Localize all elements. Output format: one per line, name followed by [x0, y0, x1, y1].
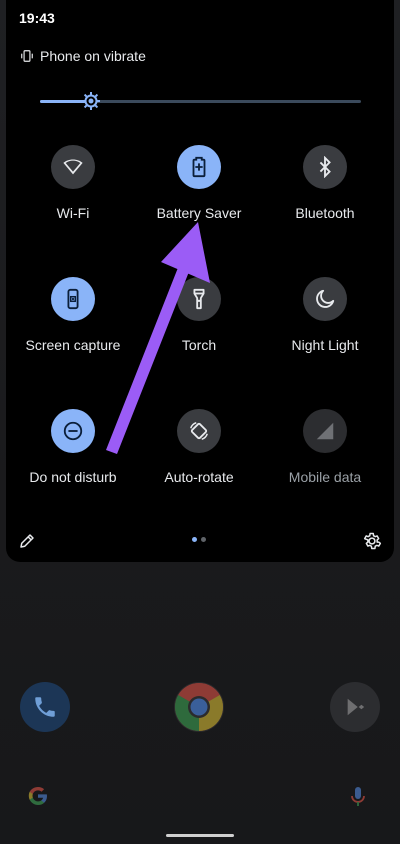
- tile-label: Do not disturb: [29, 469, 117, 485]
- tile-label: Night Light: [291, 337, 359, 353]
- battery-saver-tile-button[interactable]: [177, 145, 221, 189]
- settings-button[interactable]: [362, 531, 382, 556]
- tile-bluetooth[interactable]: Bluetooth: [265, 145, 385, 221]
- tile-label: Wi-Fi: [56, 205, 90, 221]
- phone-app-icon[interactable]: [20, 682, 70, 732]
- tile-label: Battery Saver: [156, 205, 242, 221]
- screen-capture-tile-button[interactable]: [51, 277, 95, 321]
- torch-tile-button[interactable]: [177, 277, 221, 321]
- auto-rotate-icon: [190, 422, 208, 440]
- pencil-icon: [20, 534, 34, 548]
- night-light-tile-button[interactable]: [303, 277, 347, 321]
- mobile-data-tile-button[interactable]: [303, 409, 347, 453]
- google-search-icon[interactable]: [26, 784, 50, 813]
- tile-screen-capture[interactable]: Screen capture: [13, 277, 133, 353]
- gear-icon: [363, 532, 382, 550]
- edit-tiles-button[interactable]: [18, 532, 36, 555]
- do-not-disturb-icon: [63, 421, 83, 441]
- bluetooth-tile-button[interactable]: [303, 145, 347, 189]
- chrome-app-icon[interactable]: [174, 682, 224, 732]
- tile-label: Screen capture: [25, 337, 121, 353]
- battery-saver-icon: [192, 156, 206, 178]
- tile-torch[interactable]: Torch: [139, 277, 259, 353]
- tile-label: Torch: [181, 337, 217, 353]
- do-not-disturb-tile-button[interactable]: [51, 409, 95, 453]
- page-dot: [201, 537, 206, 542]
- mic-icon: [351, 787, 365, 806]
- brightness-slider-thumb[interactable]: [81, 91, 101, 111]
- play-store-app-icon[interactable]: [330, 682, 380, 732]
- ringer-status-label: Phone on vibrate: [40, 48, 146, 64]
- google-g-icon: [28, 787, 47, 805]
- tile-label: Auto-rotate: [164, 469, 234, 485]
- vibrate-icon: [21, 50, 33, 62]
- wifi-icon: [63, 159, 83, 175]
- screen-capture-icon: [67, 288, 79, 310]
- wifi-tile-button[interactable]: [51, 145, 95, 189]
- voice-search-button[interactable]: [349, 785, 367, 814]
- tile-label: Mobile data: [288, 469, 362, 485]
- tile-battery-saver[interactable]: Battery Saver: [139, 145, 259, 221]
- tile-wifi[interactable]: Wi-Fi: [13, 145, 133, 221]
- page-dot-active: [192, 537, 197, 542]
- brightness-slider[interactable]: [40, 92, 361, 110]
- phone-icon: [35, 697, 55, 717]
- bluetooth-icon: [319, 156, 331, 178]
- tile-night-light[interactable]: Night Light: [265, 277, 385, 353]
- tile-mobile-data[interactable]: Mobile data: [265, 409, 385, 485]
- gesture-navigation-bar[interactable]: [166, 834, 234, 837]
- night-light-icon: [316, 289, 335, 308]
- play-store-icon: [347, 698, 365, 716]
- tile-auto-rotate[interactable]: Auto-rotate: [139, 409, 259, 485]
- tile-label: Bluetooth: [295, 205, 355, 221]
- page-indicator: [192, 537, 206, 542]
- chrome-icon: [174, 682, 224, 731]
- torch-icon: [193, 288, 205, 310]
- status-bar-clock: 19:43: [19, 10, 55, 26]
- auto-rotate-tile-button[interactable]: [177, 409, 221, 453]
- tile-do-not-disturb[interactable]: Do not disturb: [13, 409, 133, 485]
- ringer-status-row[interactable]: Phone on vibrate: [20, 48, 146, 64]
- mobile-data-icon: [316, 422, 334, 440]
- brightness-icon: [82, 92, 101, 110]
